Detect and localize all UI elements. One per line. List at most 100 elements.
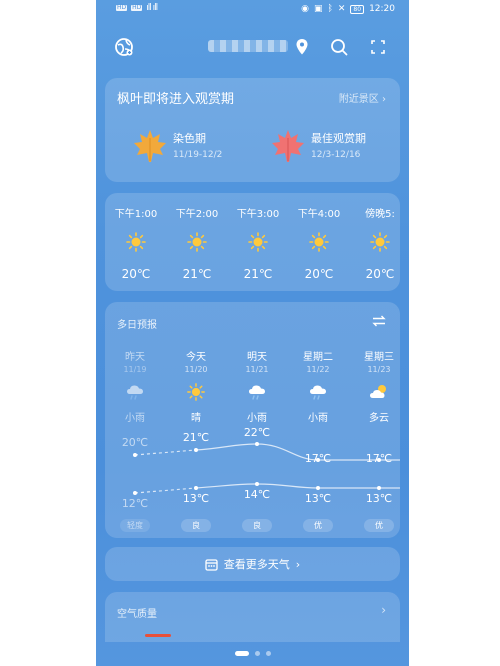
partly-cloudy-icon [370,385,386,398]
day-weather: 多云 [369,413,389,424]
weather-app-screen: HD HD ıll ıll ◉ ▣ ᛒ ✕ 80 12:20 枫叶即将进入观赏期… [96,0,409,666]
day-label: 今天 [186,352,206,363]
hour-label: 下午1:00 [114,209,158,220]
sim1-badge: HD [116,4,128,11]
day-high: 17℃ [304,452,332,465]
low-point [255,482,259,486]
day-weather: 小雨 [308,413,328,424]
high-point [194,448,198,452]
day-weather: 小雨 [247,413,267,424]
page-indicator [96,651,409,656]
low-point [377,486,381,490]
stage-date: 11/19-12/2 [173,150,223,160]
day-low: 13℃ [182,492,210,505]
maple-viewing-card[interactable]: 枫叶即将进入观赏期 附近景区 › 染色期 11/19-12/2 最佳观赏期 12… [105,78,400,182]
day-low: 13℃ [304,492,332,505]
maple-leaf-icon [272,130,304,162]
day-date: 11/22 [306,365,330,374]
day-high: 22℃ [243,426,271,439]
eye-icon: ◉ [301,4,309,14]
nfc-icon: ▣ [313,4,323,14]
aqi-indicator-bar [145,634,171,637]
day-date: 11/23 [367,365,391,374]
high-point [133,453,137,457]
aqi-badge: 良 [242,519,272,532]
page-dot [234,651,249,656]
rain-icon [310,385,326,400]
page-dot [254,651,260,656]
status-bar: HD HD ıll ıll ◉ ▣ ᛒ ✕ 80 12:20 [96,0,409,22]
hour-label: 傍晚5: [365,209,395,220]
nearby-scenic-link[interactable]: 附近景区 › [339,90,386,105]
sun-icon [309,232,329,252]
bluetooth-icon: ᛒ [327,4,333,14]
day-low: 12℃ [121,497,149,510]
sun-icon [370,232,390,252]
high-point [255,442,259,446]
multi-day-forecast-card[interactable]: 多日预报 昨天 11/19 小雨 20℃ 12℃ 轻度 今天 11/20 晴 2… [105,302,400,538]
maple-title: 枫叶即将进入观赏期 [117,92,235,107]
page-dot [265,651,271,656]
day-weather: 晴 [191,413,201,424]
low-point [133,491,137,495]
sun-icon [126,232,146,252]
sun-icon [248,232,268,252]
chevron-right-icon: › [295,557,301,571]
aqi-badge: 优 [303,519,333,532]
aqi-badge: 良 [181,519,211,532]
location-pin-icon [296,39,308,55]
hour-temp: 20℃ [304,267,334,281]
day-label: 明天 [247,352,267,363]
stage-name: 染色期 [173,132,206,145]
day-high: 17℃ [365,452,393,465]
air-quality-card[interactable]: 空气质量 › [105,592,400,642]
location-name-blurred[interactable] [208,40,288,52]
city-manage-icon[interactable] [114,37,134,57]
swap-view-icon[interactable] [372,314,386,328]
stage-name: 最佳观赏期 [311,132,366,145]
hour-label: 下午4:00 [297,209,341,220]
day-high: 20℃ [121,436,149,449]
stage-date: 12/3-12/16 [311,150,361,160]
day-label: 星期三 [364,352,394,363]
clock: 12:20 [369,4,395,14]
hour-temp: 21℃ [243,267,273,281]
search-icon[interactable] [330,38,348,56]
sim2-badge: HD [131,4,143,11]
day-label: 昨天 [125,352,145,363]
mute-icon: ✕ [337,4,346,14]
more-weather-button[interactable]: 查看更多天气 › [105,547,400,581]
battery-icon: 80 [350,4,365,14]
day-high: 21℃ [182,431,210,444]
calendar-icon [205,558,218,571]
aqi-badge: 轻度 [120,519,150,532]
sun-icon [187,383,205,401]
hour-label: 下午3:00 [236,209,280,220]
chevron-right-icon[interactable]: › [381,603,386,617]
hour-temp: 20℃ [121,267,151,281]
more-weather-label: 查看更多天气 [223,558,290,571]
high-past-line [134,449,197,456]
hourly-forecast-card[interactable]: 下午1:00 20℃ 下午2:00 21℃ 下午3:00 21℃ 下午4:00 … [105,193,400,291]
low-point [194,486,198,490]
signal-icon: ıll ıll [146,3,158,13]
day-date: 11/19 [123,365,147,374]
day-date: 11/21 [245,365,269,374]
hour-label: 下午2:00 [175,209,219,220]
top-bar [96,34,409,60]
air-quality-title: 空气质量 [117,609,157,620]
hour-temp: 21℃ [182,267,212,281]
multi-day-title: 多日预报 [117,320,157,331]
rain-icon [249,385,265,400]
aqi-badge: 优 [364,519,394,532]
day-low: 14℃ [243,488,271,501]
low-point [316,486,320,490]
day-weather: 小雨 [125,413,145,424]
maple-leaf-icon [134,130,166,162]
day-label: 星期二 [303,352,333,363]
day-date: 11/20 [184,365,208,374]
rain-icon [127,385,143,400]
day-low: 13℃ [365,492,393,505]
sun-icon [187,232,207,252]
more-options-icon[interactable] [370,39,386,55]
